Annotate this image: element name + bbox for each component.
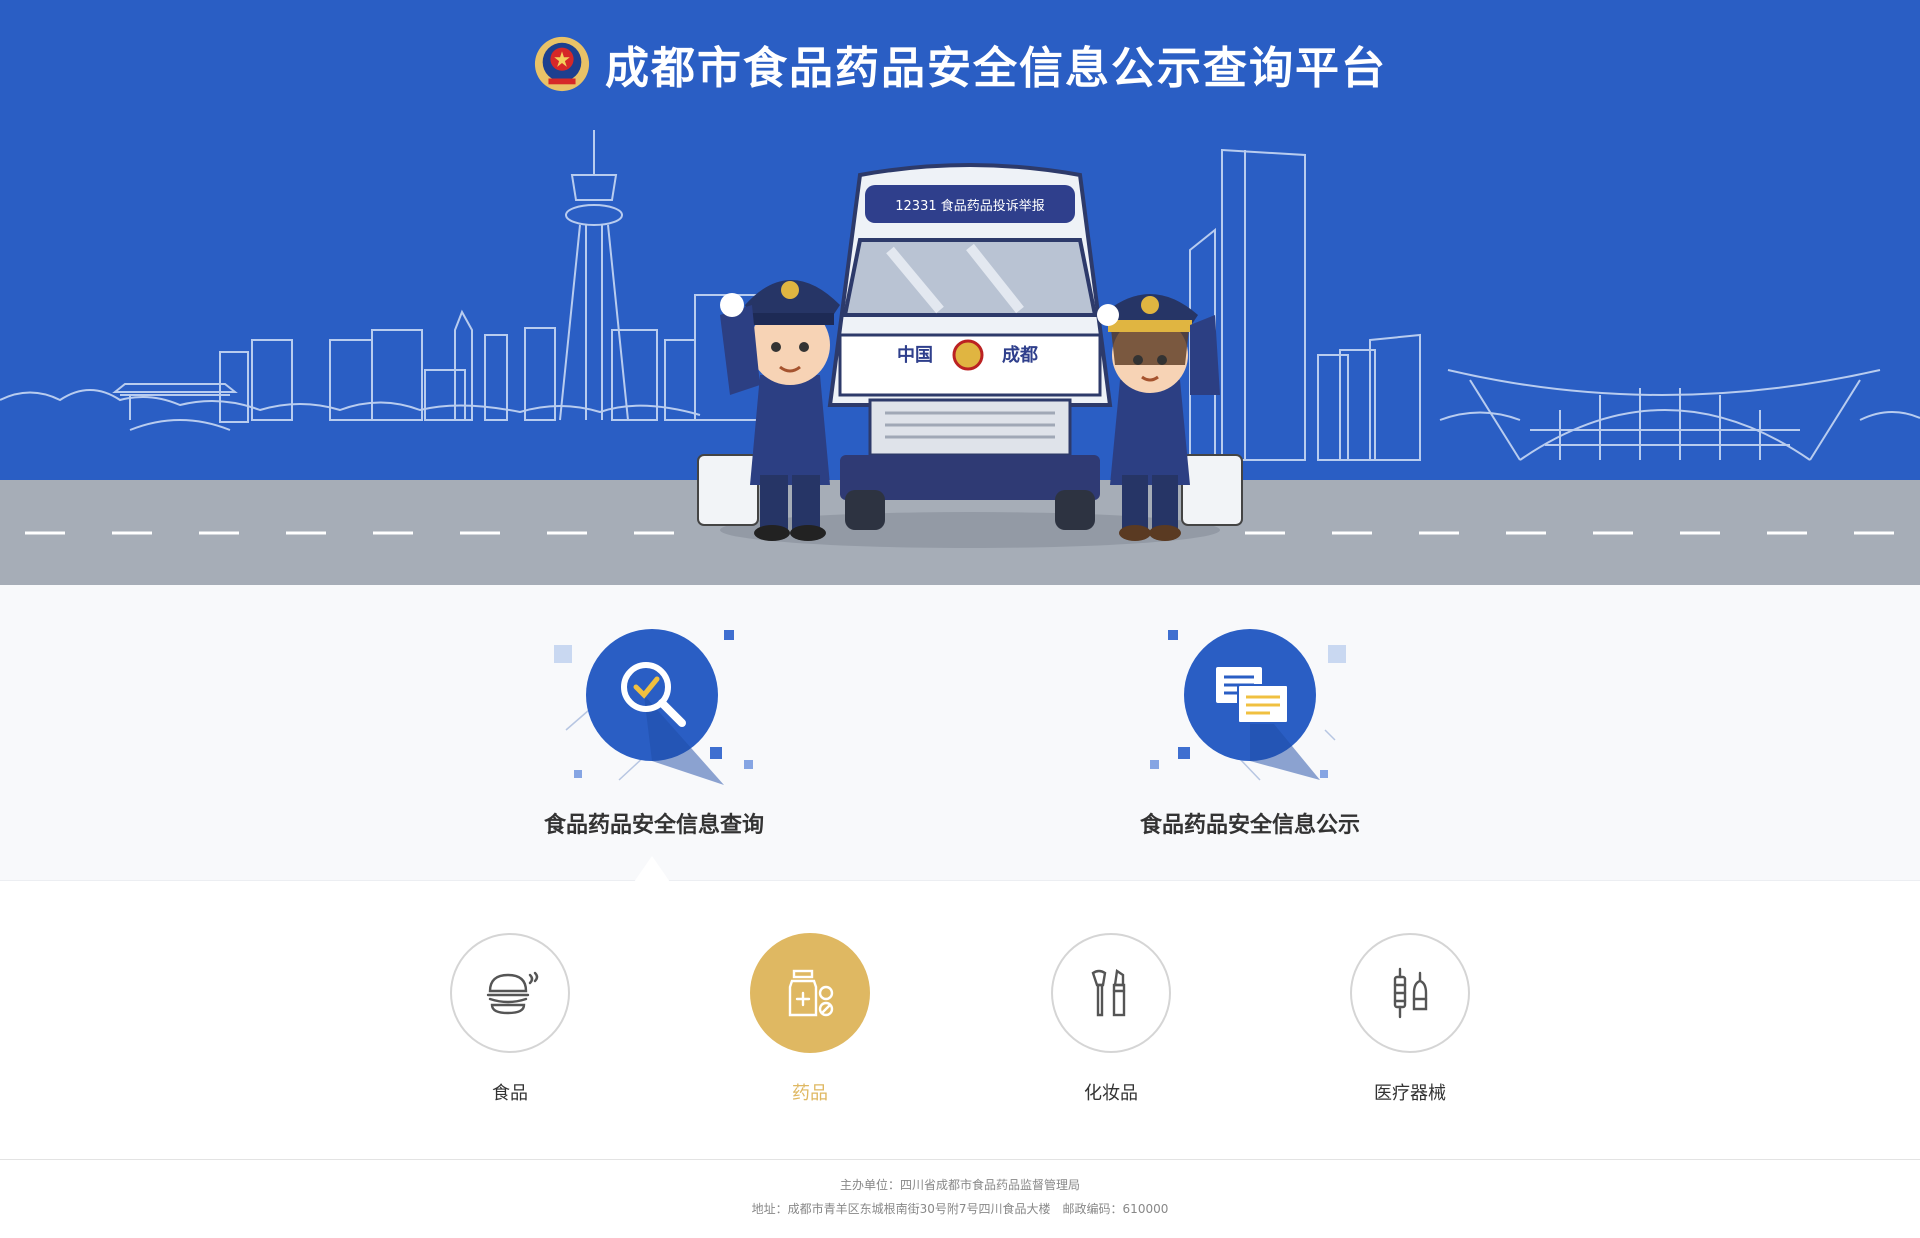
category-cosmetics-label[interactable]: 化妆品 (1011, 1079, 1211, 1105)
police-emblem-icon (534, 36, 590, 92)
category-medical-device[interactable]: 医疗器械 (1310, 933, 1510, 1105)
service-query-label[interactable]: 食品药品安全信息查询 (474, 807, 834, 839)
category-drug-label[interactable]: 药品 (710, 1079, 910, 1105)
burger-icon (486, 971, 539, 1015)
cosmetics-brush-icon (1091, 968, 1126, 1017)
service-section: 食品药品安全信息查询 食品药品安全信息公示 (0, 585, 1920, 881)
category-drug-circle[interactable] (750, 933, 870, 1053)
category-device-circle[interactable] (1350, 933, 1470, 1053)
page-title: 成都市食品药品安全信息公示查询平台 (605, 43, 1387, 94)
inspection-van-illustration: 12331 食品药品投诉举报 中国 成都 (697, 163, 1243, 548)
van-front-left: 中国 (897, 344, 933, 366)
documents-icon (1216, 667, 1289, 724)
category-cosmetics-circle[interactable] (1051, 933, 1171, 1053)
magnifier-check-icon (621, 662, 686, 727)
van-top-text: 12331 食品药品投诉举报 (895, 198, 1045, 214)
service-info-query[interactable]: 食品药品安全信息查询 (474, 585, 834, 881)
category-food[interactable]: 食品 (410, 933, 610, 1105)
category-device-label[interactable]: 医疗器械 (1310, 1079, 1510, 1105)
category-food-circle[interactable] (450, 933, 570, 1053)
service-public-label[interactable]: 食品药品安全信息公示 (1070, 807, 1430, 839)
site-header: 成都市食品药品安全信息公示查询平台 (0, 32, 1920, 96)
category-section: 食品 药品 化妆品 医疗器械 (0, 881, 1920, 1159)
category-food-label[interactable]: 食品 (410, 1079, 610, 1105)
service-info-public[interactable]: 食品药品安全信息公示 (1070, 585, 1430, 881)
footer: 主办单位：四川省成都市食品药品监督管理局 地址：成都市青羊区东城根南街30号附7… (0, 1160, 1920, 1238)
medicine-bottle-icon (788, 969, 834, 1017)
footer-address: 地址：成都市青羊区东城根南街30号附7号四川食品大楼 邮政编码：610000 (751, 1202, 1169, 1216)
hero-banner: 12331 食品药品投诉举报 中国 成都 成都市食品药品安全信息公示查询平台 (0, 0, 1920, 585)
medical-device-icon (1393, 967, 1428, 1019)
active-service-pointer (634, 856, 670, 882)
category-cosmetics[interactable]: 化妆品 (1011, 933, 1211, 1105)
footer-sponsor: 主办单位：四川省成都市食品药品监督管理局 (839, 1178, 1080, 1192)
category-drug[interactable]: 药品 (710, 933, 910, 1105)
van-front-right: 成都 (1002, 344, 1038, 366)
